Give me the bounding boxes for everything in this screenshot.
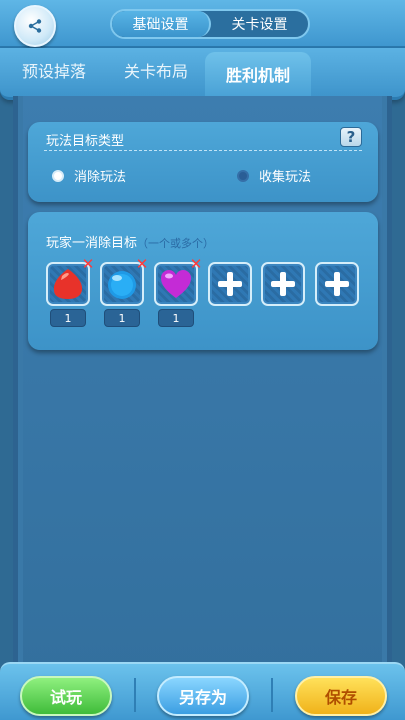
subtab-level-layout[interactable]: 关卡布局 <box>124 58 188 82</box>
goal-subtitle: （一个或多个） <box>137 237 215 250</box>
share-button[interactable] <box>14 5 56 47</box>
purple-heart-icon <box>158 266 194 302</box>
target-slot[interactable]: ✕ <box>100 257 148 306</box>
target-count-field[interactable]: 1 <box>158 309 194 327</box>
red-gem-icon <box>50 266 86 302</box>
tab-level-settings[interactable]: 关卡设置 <box>211 11 308 37</box>
try-play-button[interactable]: 试玩 <box>20 676 112 716</box>
mode-card: 玩法目标类型 ? 消除玩法 收集玩法 <box>28 122 378 202</box>
add-target-button[interactable] <box>315 262 359 306</box>
divider <box>134 678 136 712</box>
add-target-button[interactable] <box>208 262 252 306</box>
goal-card-title: 玩家一消除目标（一个或多个） <box>46 232 214 251</box>
add-target-button[interactable] <box>261 262 305 306</box>
plus-icon <box>269 270 297 298</box>
target-count-field[interactable]: 1 <box>50 309 86 327</box>
target-slot[interactable]: ✕ <box>46 257 94 306</box>
save-as-button[interactable]: 另存为 <box>157 676 249 716</box>
goal-title-text: 玩家一消除目标 <box>46 236 138 251</box>
subtab-preset-drops[interactable]: 预设掉落 <box>22 58 86 82</box>
divider <box>44 150 362 151</box>
remove-target-icon[interactable]: ✕ <box>81 257 95 272</box>
mode-card-title: 玩法目标类型 <box>46 134 125 149</box>
share-icon <box>28 19 42 33</box>
target-count-field[interactable]: 1 <box>104 309 140 327</box>
goal-card: 玩家一消除目标（一个或多个） ✕ ✕ ✕ 1 1 1 <box>28 212 378 350</box>
divider <box>271 678 273 712</box>
save-button[interactable]: 保存 <box>295 676 387 716</box>
radio-dot-selected <box>52 169 64 182</box>
remove-target-icon[interactable]: ✕ <box>135 257 149 272</box>
help-button[interactable]: ? <box>340 127 362 147</box>
header-bar: 基础设置 关卡设置 <box>0 0 405 48</box>
remove-target-icon[interactable]: ✕ <box>189 257 203 272</box>
radio-label: 收集玩法 <box>259 170 312 185</box>
radio-label: 消除玩法 <box>74 170 127 185</box>
blue-gem-icon <box>104 266 140 302</box>
subtab-victory-mechanism[interactable]: 胜利机制 <box>205 52 311 96</box>
sub-tab-bar: 预设掉落 关卡布局 胜利机制 <box>0 48 405 100</box>
bottom-action-bar: 试玩 另存为 保存 <box>0 662 405 720</box>
plus-icon <box>323 270 351 298</box>
radio-elimination-mode[interactable]: 消除玩法 <box>52 166 126 185</box>
tab-basic-settings[interactable]: 基础设置 <box>112 11 211 37</box>
radio-collection-mode[interactable]: 收集玩法 <box>237 166 311 185</box>
radio-dot <box>237 169 249 182</box>
top-tab-group: 基础设置 关卡设置 <box>110 9 310 39</box>
target-slot[interactable]: ✕ <box>154 257 202 306</box>
plus-icon <box>216 270 244 298</box>
